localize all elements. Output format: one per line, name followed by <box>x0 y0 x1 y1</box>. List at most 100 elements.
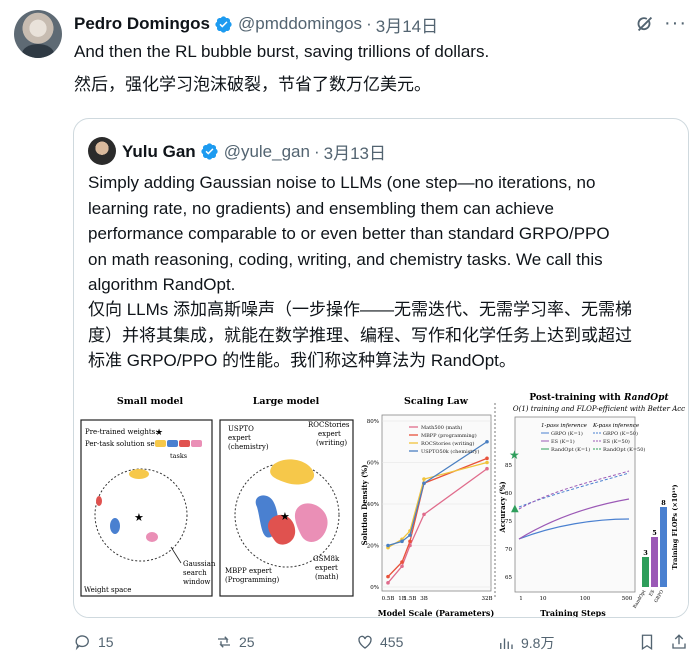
more-dots-icon[interactable]: ··· <box>664 12 687 34</box>
reply-button[interactable]: 15 <box>74 633 114 651</box>
paper-figure[interactable]: Small model Pre-trained weights: ★ Per-t… <box>75 387 689 618</box>
post-ylabel: Accuracy (%) <box>498 481 507 533</box>
scaling-point <box>400 564 404 569</box>
heart-icon <box>358 635 372 649</box>
author-name[interactable]: Pedro Domingos <box>74 14 210 34</box>
post-x-tick: 1 <box>519 596 523 602</box>
post-title: Post-training with RandOpt <box>529 393 669 403</box>
header-separator: · <box>366 14 372 33</box>
star-icon: ★ <box>280 510 290 523</box>
star-icon: ★ <box>134 511 144 524</box>
scaling-point <box>400 539 404 544</box>
legend-pretrained: Pre-trained weights: <box>85 428 158 436</box>
reply-icon <box>75 635 89 651</box>
scaling-point <box>400 560 404 564</box>
post-legend-label: RandOpt (K=1) <box>551 446 590 453</box>
legend-per-task: Per-task solution set: <box>85 440 160 448</box>
scaling-legend-label: USPTO50k (chemistry) <box>421 448 479 455</box>
quoted-tweet[interactable]: Yulu Gan @yule_gan · 3月13日 Simply adding… <box>73 118 689 618</box>
quote-text-line: Simply adding Gaussian noise to LLMs (on… <box>88 173 596 192</box>
scaling-point <box>422 477 426 481</box>
scaling-point <box>386 574 390 579</box>
scaling-legend-label: ROCStories (writing) <box>421 440 474 447</box>
roc-label: expert <box>318 430 341 438</box>
author-handle[interactable]: @pmddomingos <box>238 14 362 34</box>
scaling-point <box>422 481 426 486</box>
bookmark-icon[interactable] <box>638 633 656 651</box>
tweet-text-en: And then the RL bubble burst, saving tri… <box>74 42 490 61</box>
scaling-x-tick: 3B <box>420 596 428 602</box>
flops-bar <box>651 537 658 587</box>
solution-set <box>146 532 158 542</box>
quote-author-handle: @yule_gan <box>223 141 310 161</box>
mbpp-label: MBPP expert <box>225 567 272 575</box>
tweet-header: Pedro Domingos @pmddomingos · 3月14日 <box>74 12 438 37</box>
task-swatch <box>179 440 190 447</box>
flops-bar <box>642 557 649 587</box>
randopt-k1-marker: ▲ <box>511 503 519 514</box>
quote-text-zh: 仅向 LLMs 添加高斯噪声（一步操作——无需迭代、无需学习率、无需梯 度）并将… <box>88 297 678 374</box>
quote-text-en: Simply adding Gaussian noise to LLMs (on… <box>88 170 678 298</box>
post-x-tick: 500 <box>622 596 633 602</box>
grok-icon[interactable] <box>634 13 656 35</box>
verified-badge-icon <box>215 15 232 33</box>
flops-label: Training FLOPs (×10¹⁹) <box>671 484 679 569</box>
scaling-point <box>386 543 390 548</box>
quote-text-line: 度）并将其集成，就能在数学推理、编程、写作和化学任务上达到或超过 <box>88 325 632 345</box>
uspto-label: (chemistry) <box>228 443 269 451</box>
views-button[interactable]: 9.8万 <box>497 633 554 653</box>
tweet-date[interactable]: 3月14日 <box>376 12 438 37</box>
solution-set-writing <box>270 459 315 485</box>
quote-text-line: 标准 GRPO/PPO 的性能。我们称这种算法为 RandOpt。 <box>88 351 516 370</box>
scaling-legend-label: MBPP (programming) <box>421 432 477 439</box>
gaussian-label: window <box>183 578 210 586</box>
scaling-x-tick: 0.5B <box>382 596 395 602</box>
scaling-x-tick: 1.5B <box>404 596 417 602</box>
quote-date: 3月13日 <box>323 144 386 163</box>
post-col1: 1-pass inference <box>541 423 588 429</box>
post-y-tick: 85 <box>505 463 512 469</box>
quote-author-name: Yulu Gan <box>122 141 196 161</box>
quote-text-line: on math reasoning, coding, writing, and … <box>88 249 603 269</box>
flops-bar-value: 5 <box>652 529 657 537</box>
scaling-point <box>485 466 489 471</box>
task-swatch <box>191 440 202 447</box>
scaling-point <box>485 460 489 465</box>
tasks-label: tasks <box>170 452 187 460</box>
post-legend-label: ES (K=1) <box>551 438 575 445</box>
scaling-point <box>485 456 489 461</box>
weight-space-label: Weight space <box>84 586 131 594</box>
gsm-label: expert <box>315 564 338 572</box>
scaling-xlabel: Model Scale (Parameters) <box>378 608 495 618</box>
solution-set <box>96 496 102 506</box>
post-x-ticks: 1 10 100 500 <box>519 596 632 602</box>
flops-bar <box>660 507 667 587</box>
quote-text-line: 仅向 LLMs 添加高斯噪声（一步操作——无需迭代、无需学习率、无需梯 <box>88 300 633 319</box>
post-x-tick: 100 <box>580 596 591 602</box>
scaling-point <box>408 539 412 544</box>
post-x-tick: 10 <box>540 596 547 602</box>
scaling-x-ticks: 0.5B 1B1.5B 3B 32B <box>382 596 493 602</box>
uspto-label: expert <box>228 434 251 442</box>
quote-author-avatar <box>88 137 116 165</box>
views-chart-icon <box>500 638 513 649</box>
like-count: 455 <box>380 634 404 650</box>
like-button[interactable]: 455 <box>356 633 403 651</box>
flops-bar-value: 8 <box>661 499 666 507</box>
quote-header: Yulu Gan @yule_gan · 3月13日 <box>122 139 386 164</box>
repost-button[interactable]: 25 <box>215 633 255 651</box>
randopt-k50-marker: ★ <box>509 448 520 462</box>
author-avatar[interactable] <box>14 10 62 58</box>
post-xlabel: Training Steps <box>540 608 606 618</box>
post-y-tick: 70 <box>505 547 512 553</box>
flops-bar-name: GRPO <box>653 589 665 604</box>
roc-label: ROCStories <box>308 421 350 429</box>
post-y-tick: 65 <box>505 575 512 581</box>
share-icon[interactable] <box>670 633 688 651</box>
pointer-line <box>170 546 182 564</box>
large-model-title: Large model <box>253 396 320 407</box>
scaling-title: Scaling Law <box>404 396 469 407</box>
mbpp-label: (Programming) <box>225 576 280 584</box>
flops-bar-name: ES <box>648 589 656 598</box>
verified-badge-icon <box>201 143 218 160</box>
